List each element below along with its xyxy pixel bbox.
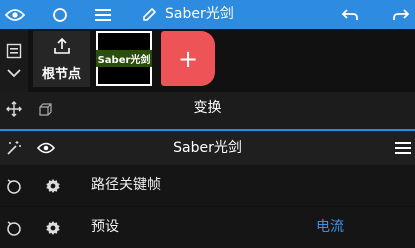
- gear-icon[interactable]: [43, 176, 63, 196]
- circle-icon[interactable]: [50, 0, 70, 29]
- root-node-label: 根节点: [41, 66, 81, 82]
- preset-value[interactable]: 电流: [316, 207, 344, 248]
- stopwatch-icon[interactable]: [4, 176, 24, 196]
- property-label: 路径关键帧: [91, 177, 161, 193]
- upload-icon: [53, 37, 71, 59]
- transform-title: 变换: [193, 100, 222, 116]
- redo-icon[interactable]: [391, 0, 411, 29]
- layer-side-controls: [0, 29, 28, 92]
- root-node-button[interactable]: 根节点: [33, 31, 90, 87]
- eye-icon[interactable]: [4, 0, 26, 29]
- gear-icon[interactable]: [43, 218, 63, 238]
- effect-title: Saber光剑: [173, 140, 242, 156]
- top-toolbar: Saber光剑: [0, 0, 415, 29]
- plus-icon: +: [177, 44, 199, 73]
- stopwatch-icon[interactable]: [4, 218, 24, 238]
- layer-thumbnail-saber[interactable]: Saber光剑: [95, 31, 153, 86]
- property-row-path-keyframe[interactable]: 路径关键帧: [0, 165, 415, 206]
- menu-icon[interactable]: [93, 0, 113, 29]
- thumbnail-label: Saber光剑: [95, 50, 153, 67]
- layers-panel-icon[interactable]: [4, 41, 24, 61]
- undo-icon[interactable]: [340, 0, 360, 29]
- property-row-preset[interactable]: 预设 电流: [0, 207, 415, 248]
- chevron-down-icon[interactable]: [4, 63, 24, 83]
- pencil-icon[interactable]: [140, 0, 158, 29]
- project-title[interactable]: Saber光剑: [165, 0, 234, 29]
- transform-section[interactable]: 变换: [0, 92, 415, 129]
- effect-header[interactable]: Saber光剑: [0, 131, 415, 165]
- add-layer-button[interactable]: +: [161, 31, 215, 86]
- menu-icon[interactable]: [394, 140, 412, 156]
- property-label: 预设: [91, 219, 119, 235]
